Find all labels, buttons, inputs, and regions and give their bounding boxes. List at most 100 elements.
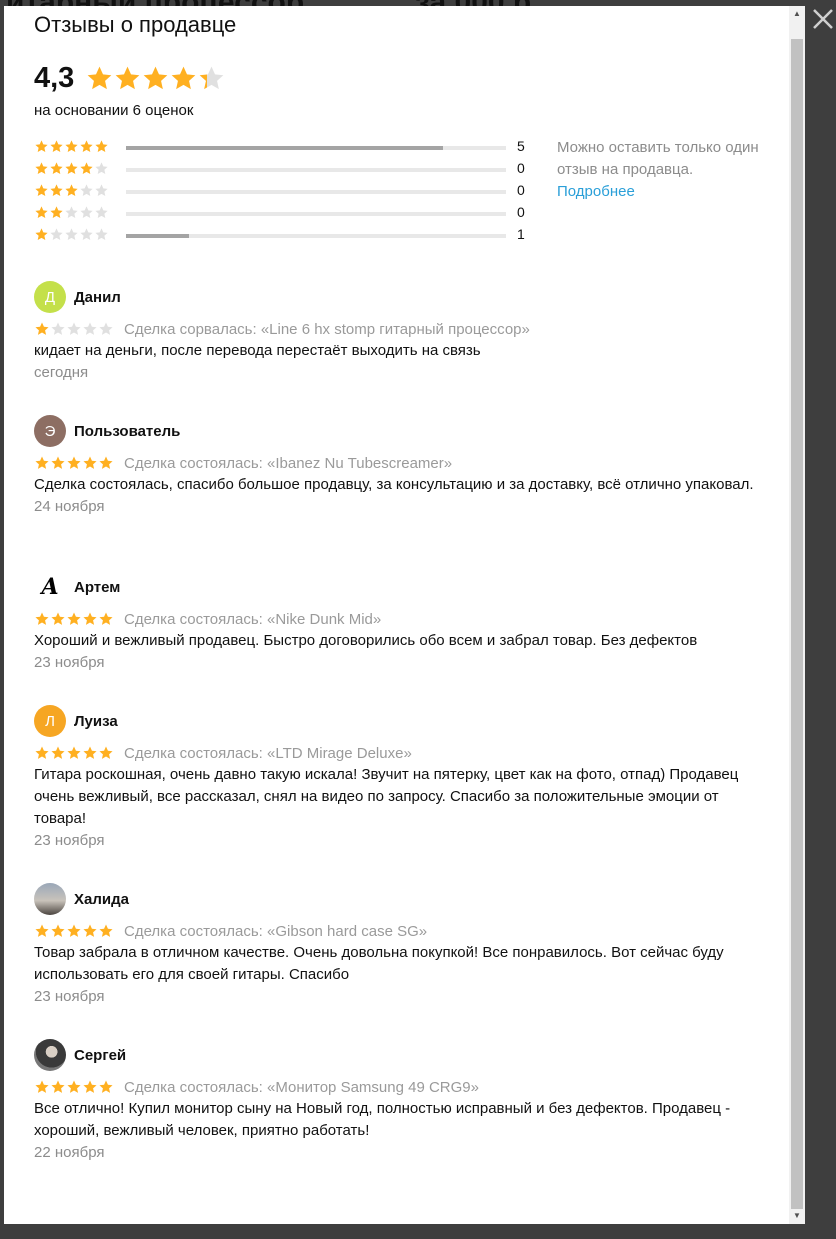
star-icon [51,924,65,937]
star-icon [65,140,78,152]
review-stars [34,923,114,939]
rating-row-2: 0 [34,203,534,225]
review-deal: Сделка состоялась: «Монитор Samsung 49 C… [124,1078,479,1096]
modal-title: Отзывы о продавце [34,12,237,37]
star-icon [65,184,78,196]
review-date: 23 ноября [34,832,105,849]
star-icon [199,66,224,90]
star-icon [171,66,196,90]
review-stars [34,1079,114,1095]
rating-row-3: 0 [34,181,534,203]
star-icon [65,206,78,218]
reviewer-name[interactable]: Артем [74,579,120,596]
rating-row-stars [34,227,109,242]
star-icon [80,140,93,152]
rating-row-stars [34,183,109,198]
review-meta: Сделка состоялась: «Ibanez Nu Tubescream… [34,452,774,474]
star-icon [35,140,48,152]
avatar[interactable]: Л [34,705,66,737]
star-icon [80,206,93,218]
rating-count: 0 [517,182,525,198]
star-icon [99,924,113,937]
review-text: Все отлично! Купил монитор сыну на Новый… [34,1100,731,1139]
star-icon [51,456,65,469]
rating-bar-fill [126,234,190,238]
scroll-up-icon[interactable]: ▲ [789,6,805,22]
rating-count: 1 [517,226,525,242]
star-icon [67,612,81,625]
avatar[interactable]: A [34,571,66,603]
star-icon [35,162,48,174]
rating-bar [126,190,506,194]
reviewer-name[interactable]: Халида [74,891,129,908]
star-icon [83,322,97,335]
star-icon [35,322,49,335]
rating-count: 5 [517,138,525,154]
average-rating-stars [85,64,225,93]
reviewer-name[interactable]: Луиза [74,713,118,730]
avatar[interactable] [34,1039,66,1071]
review-item: Э Пользователь Сделка состоялась: «Ibanez … [34,411,774,518]
star-icon [83,746,97,759]
review-item: Халида Сделка состоялась: «Gibson hard ca… [34,879,774,1008]
star-icon [35,612,49,625]
review-meta: Сделка состоялась: «Gibson hard case SG» [34,920,774,942]
star-icon [67,322,81,335]
rating-row-4: 0 [34,159,534,181]
review-meta: Сделка состоялась: «Nike Dunk Mid» [34,608,774,630]
star-icon [51,1080,65,1093]
review-note-text: Можно оставить только один отзыв на прод… [557,139,759,178]
scrollbar-thumb[interactable] [791,39,803,1209]
review-deal: Сделка состоялась: «LTD Mirage Deluxe» [124,744,412,762]
review-header: A Артем [34,567,774,607]
reviewer-name[interactable]: Сергей [74,1047,126,1064]
star-icon [83,612,97,625]
rating-count: 0 [517,204,525,220]
review-date: 22 ноября [34,1144,105,1161]
rating-bar-fill [126,146,443,150]
star-icon [35,1080,49,1093]
star-icon [143,66,168,90]
more-info-link[interactable]: Подробнее [557,181,767,203]
review-text: Сделка состоялась, спасибо большое прода… [34,476,754,493]
review-stars [34,745,114,761]
rating-row-stars [34,205,109,220]
scroll-down-icon[interactable]: ▼ [789,1208,805,1224]
rating-count: 0 [517,160,525,176]
star-icon [35,206,48,218]
review-text: Гитара роскошная, очень давно такую иска… [34,766,739,827]
star-icon [67,1080,81,1093]
review-stars [34,611,114,627]
star-icon [50,206,63,218]
star-icon [50,162,63,174]
review-meta: Сделка сорвалась: «Line 6 hx stomp гитар… [34,318,774,340]
rating-row-5: 5 [34,137,534,159]
rating-basis: на основании 6 оценок [34,102,194,119]
avatar[interactable] [34,883,66,915]
star-icon [99,612,113,625]
review-meta: Сделка состоялась: «LTD Mirage Deluxe» [34,742,774,764]
avatar[interactable]: Э [34,415,66,447]
avatar[interactable]: Д [34,281,66,313]
star-icon [65,162,78,174]
rating-row-stars [34,139,109,154]
star-icon [95,206,108,218]
reviewer-name[interactable]: Пользователь [74,423,180,440]
star-icon [50,228,63,240]
star-icon [35,746,49,759]
scrollbar[interactable]: ▲ ▼ [789,6,805,1224]
reviewer-name[interactable]: Данил [74,289,121,306]
star-icon [65,228,78,240]
close-icon[interactable] [810,6,836,32]
review-header: Д Данил [34,277,774,317]
star-icon [95,162,108,174]
review-stars [34,455,114,471]
review-deal: Сделка сорвалась: «Line 6 hx stomp гитар… [124,320,530,338]
star-icon [67,746,81,759]
star-icon [35,184,48,196]
review-deal: Сделка состоялась: «Gibson hard case SG» [124,922,428,940]
star-icon [83,924,97,937]
rating-bar [126,146,506,150]
review-stars [34,321,114,337]
star-icon [51,322,65,335]
